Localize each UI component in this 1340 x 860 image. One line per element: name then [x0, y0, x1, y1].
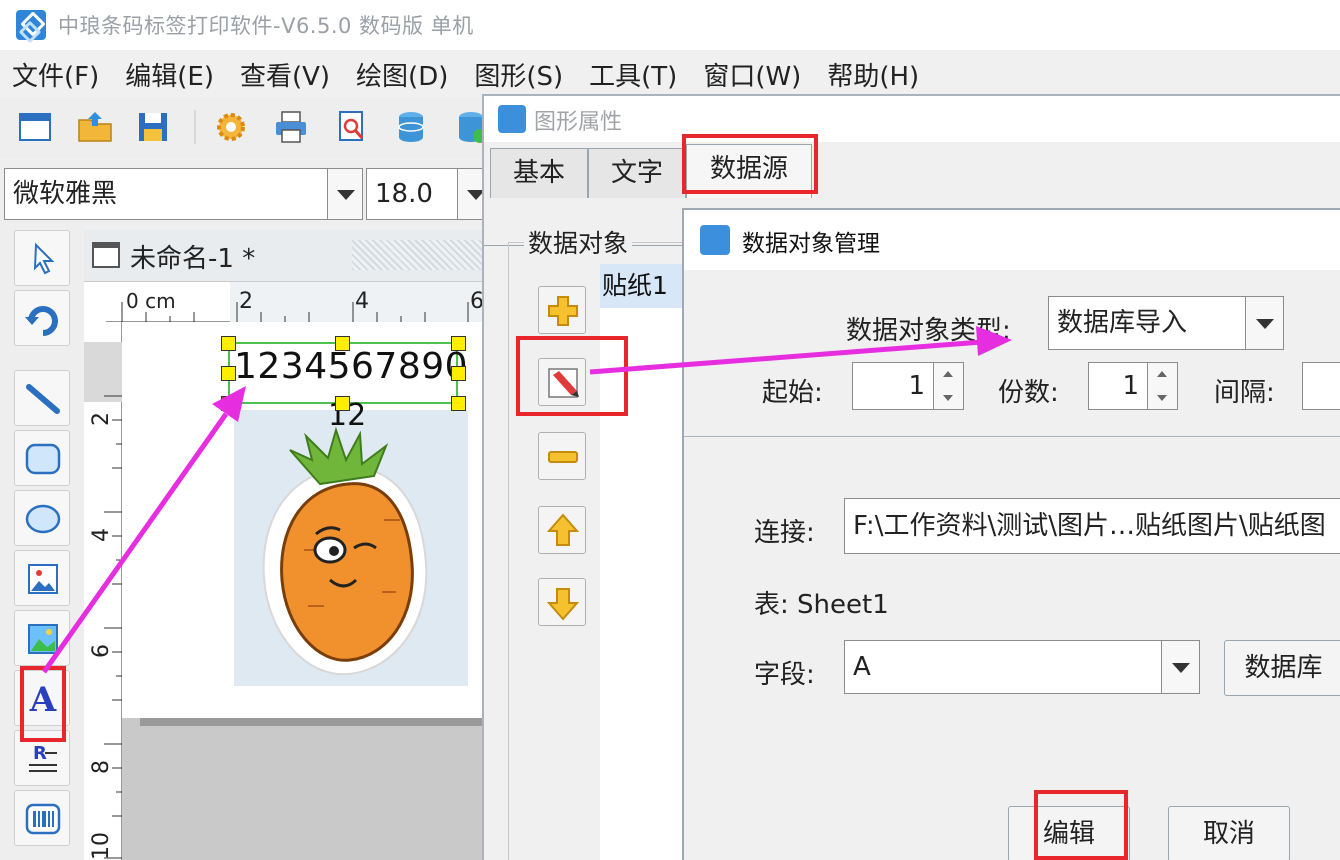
annotation-arrows	[41, 326, 1012, 674]
arrow-edit-to-data-type	[589, 339, 983, 375]
app-root: 中琅条码标签打印软件-V6.5.0 数码版 单机 文件(F) 编辑(E) 查看(…	[0, 0, 1340, 860]
arrow-text-tool-to-barcode	[41, 412, 229, 674]
arrow-head-icon	[976, 326, 1012, 356]
arrow-head-icon	[212, 386, 246, 422]
